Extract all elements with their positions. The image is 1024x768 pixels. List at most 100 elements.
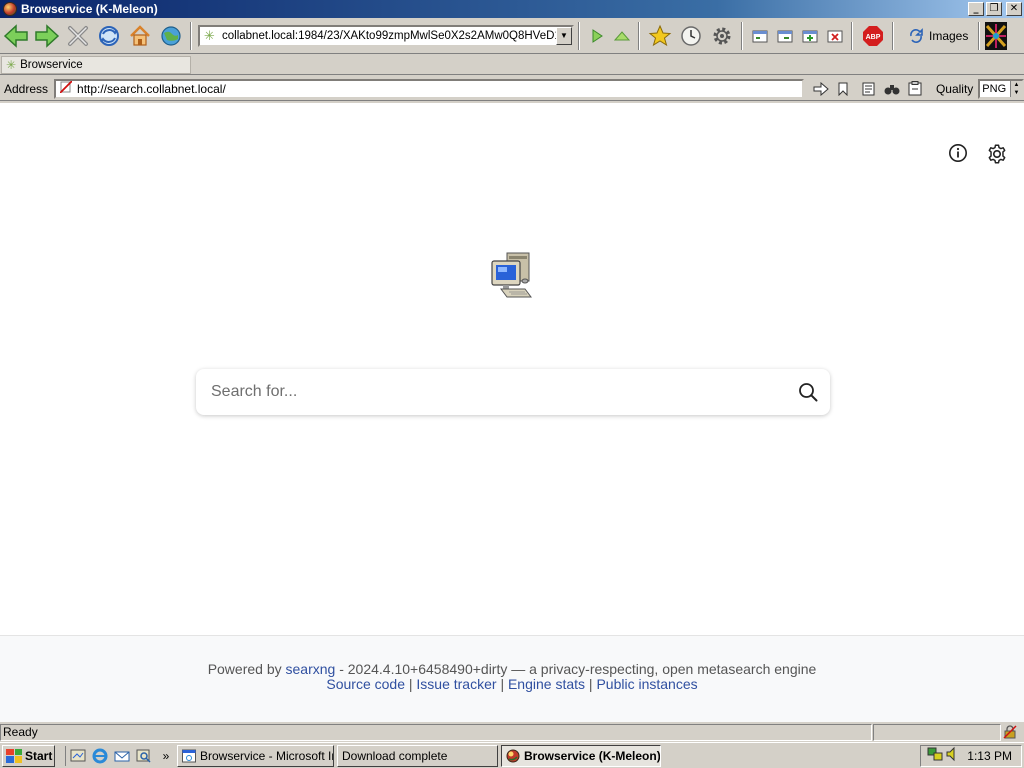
layout2-icon — [777, 30, 793, 42]
globe-icon — [161, 25, 181, 46]
outlook-express-icon[interactable] — [114, 748, 130, 764]
source-code-link[interactable]: Source code — [326, 676, 405, 692]
navigation-toolbar: ✳ collabnet.local:1984/23/XAKto99zmpMwlS… — [0, 18, 1024, 54]
bookmark-page-button[interactable] — [833, 79, 855, 99]
kmeleon-app-icon[interactable] — [3, 2, 17, 16]
kmeleon-logo-icon — [985, 21, 1008, 50]
spinner-arrows-icon[interactable]: ▲ ▼ — [1010, 80, 1022, 97]
loading-favicon-icon: ✳ — [6, 58, 17, 72]
close-window-icon — [827, 30, 843, 42]
layout-button[interactable] — [748, 21, 772, 51]
network-icon[interactable] — [927, 746, 943, 765]
page-content: Powered by searxng - 2024.4.10+6458490+d… — [0, 103, 1024, 722]
reload-button[interactable] — [94, 21, 124, 51]
new-window-button[interactable] — [798, 21, 822, 51]
info-button[interactable] — [948, 143, 968, 168]
preferences-button[interactable] — [707, 21, 737, 51]
minimize-button[interactable]: _ — [968, 2, 984, 16]
window-title: Browservice (K-Meleon) — [21, 2, 158, 16]
footer-separator: | — [500, 676, 505, 692]
tab-strip: ✳ Browservice — [0, 55, 1024, 75]
adblock-icon: ABP — [863, 25, 883, 46]
quick-launch: » — [65, 745, 174, 766]
task-label: Download complete — [342, 748, 448, 763]
preferences-button[interactable] — [986, 143, 1008, 168]
home-icon — [130, 24, 150, 46]
clock[interactable]: 1:13 PM — [967, 749, 1012, 763]
up-button[interactable] — [610, 21, 634, 51]
address-url[interactable]: http://search.collabnet.local/ — [77, 82, 226, 96]
history-clock-icon — [681, 25, 701, 46]
task-label: Browservice (K-Meleon) — [524, 748, 661, 763]
layout-icon — [752, 30, 768, 42]
search-app-icon[interactable] — [136, 748, 152, 764]
quality-select[interactable]: PNG ▲ ▼ — [978, 78, 1024, 99]
search-input[interactable] — [211, 372, 786, 412]
powered-by-text: Powered by — [207, 661, 282, 677]
search-button[interactable] — [786, 370, 830, 414]
insecure-page-icon — [59, 80, 73, 96]
binoculars-icon — [884, 84, 900, 94]
search-form — [196, 369, 830, 415]
issue-tracker-link[interactable]: Issue tracker — [416, 676, 496, 692]
maximize-button[interactable]: ❐ — [986, 2, 1002, 16]
engine-stats-link[interactable]: Engine stats — [508, 676, 585, 692]
go-arrow-button[interactable] — [810, 79, 832, 99]
task-browservice-ie[interactable]: Browservice - Microsoft Int... — [177, 744, 334, 767]
history-button[interactable] — [676, 21, 706, 51]
view-source-button[interactable] — [858, 79, 880, 99]
layout2-button[interactable] — [773, 21, 797, 51]
toolbar-separator — [741, 21, 743, 50]
toolbar-separator — [578, 21, 580, 50]
reload-icon — [99, 25, 119, 46]
globe-button[interactable] — [156, 21, 186, 51]
tab-label: Browservice — [20, 59, 83, 71]
task-download-complete[interactable]: Download complete — [337, 744, 498, 767]
kmeleon-task-icon — [506, 749, 520, 762]
forward-icon — [35, 23, 60, 48]
back-button[interactable] — [1, 21, 31, 51]
task-browservice-kmeleon[interactable]: Browservice (K-Meleon) — [501, 744, 661, 767]
volume-icon[interactable] — [945, 746, 959, 765]
taskbar: Start » Browservice - Microsoft Int... D… — [0, 742, 1024, 768]
page-footer: Powered by searxng - 2024.4.10+6458490+d… — [0, 635, 1024, 722]
refresh-images-icon — [910, 27, 923, 43]
footer-separator: | — [588, 676, 593, 692]
stop-button[interactable] — [63, 21, 93, 51]
searxng-logo — [489, 251, 535, 303]
url-combobox[interactable]: ✳ collabnet.local:1984/23/XAKto99zmpMwlS… — [198, 24, 574, 47]
more-chevron-icon[interactable]: » — [158, 748, 174, 764]
ie-window-icon — [182, 749, 196, 762]
images-button[interactable]: Images — [902, 27, 974, 44]
toolbar-separator — [978, 21, 981, 50]
images-button-label: Images — [929, 28, 969, 43]
public-instances-link[interactable]: Public instances — [596, 676, 697, 692]
start-button[interactable]: Start — [2, 744, 55, 767]
searxng-link[interactable]: searxng — [286, 661, 336, 677]
adblock-button[interactable]: ABP — [858, 21, 888, 51]
clipboard-button[interactable] — [904, 79, 926, 99]
go-icon — [592, 28, 603, 43]
go-button[interactable] — [585, 21, 609, 51]
settings-gear-icon — [713, 27, 731, 44]
forward-button[interactable] — [32, 21, 62, 51]
toolbar-separator — [190, 21, 192, 50]
security-lock[interactable] — [1001, 724, 1019, 741]
home-button[interactable] — [125, 21, 155, 51]
address-input[interactable]: http://search.collabnet.local/ — [54, 78, 804, 99]
show-desktop-icon[interactable] — [70, 748, 86, 764]
footer-powered-line: Powered by searxng - 2024.4.10+6458490+d… — [0, 662, 1024, 677]
new-window-icon — [802, 30, 818, 42]
internet-explorer-icon[interactable] — [92, 748, 108, 764]
close-button[interactable]: ✕ — [1006, 2, 1022, 16]
start-label: Start — [25, 748, 53, 763]
clipboard-icon — [908, 81, 922, 96]
close-window-button[interactable] — [823, 21, 847, 51]
bookmarks-button[interactable] — [645, 21, 675, 51]
find-button[interactable] — [881, 79, 903, 99]
tab-browservice[interactable]: ✳ Browservice — [1, 56, 191, 74]
info-icon — [949, 144, 967, 162]
document-icon — [862, 82, 875, 95]
chevron-down-icon[interactable]: ▼ — [556, 26, 572, 45]
url-combobox-text[interactable]: collabnet.local:1984/23/XAKto99zmpMwlSe0… — [222, 30, 556, 42]
